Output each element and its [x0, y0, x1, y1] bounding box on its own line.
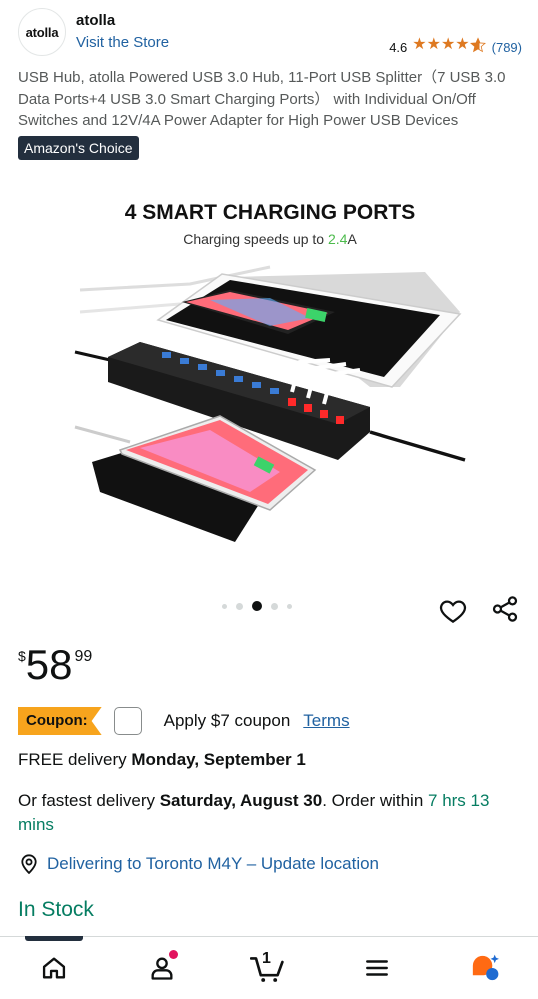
product-title: USB Hub, atolla Powered USB 3.0 Hub, 11-… — [18, 69, 506, 129]
delivery-location[interactable]: Delivering to Toronto M4Y – Update locat… — [18, 853, 379, 875]
rating-count-link[interactable]: (789) — [492, 40, 522, 55]
bottom-navigation: 1 — [0, 944, 538, 994]
coupon-text[interactable]: Apply $7 coupon — [164, 711, 291, 731]
image-carousel-dots[interactable] — [222, 601, 292, 611]
menu-icon — [366, 960, 388, 976]
nav-menu[interactable] — [357, 948, 397, 988]
star-half-icon — [469, 37, 486, 57]
star-icon: ★ — [455, 36, 470, 53]
order-within-label: . Order within — [322, 791, 429, 810]
rating-value: 4.6 — [389, 39, 408, 55]
carousel-dot[interactable] — [236, 602, 243, 610]
store-header: atolla atolla Visit the Store 4.6 ★ ★ ★ … — [0, 0, 538, 64]
coupon-checkbox[interactable] — [113, 707, 142, 735]
product-image[interactable]: 4 SMART CHARGING PORTS Charging speeds u… — [70, 192, 470, 562]
visit-store-link[interactable]: Visit the Store — [76, 34, 169, 51]
coupon-row: Coupon: Apply $7 coupon Terms — [18, 705, 350, 737]
nav-assistant[interactable] — [465, 948, 505, 988]
location-link[interactable]: Delivering to Toronto M4Y – Update locat… — [47, 854, 379, 874]
free-delivery-info: FREE delivery Monday, September 1 — [18, 750, 306, 770]
product-price: $ 58 99 — [18, 644, 92, 686]
heart-icon[interactable] — [438, 596, 468, 626]
amazons-choice-badge[interactable]: Amazon's Choice — [18, 136, 139, 160]
stock-status: In Stock — [18, 898, 94, 921]
image-heading: 4 SMART CHARGING PORTS — [125, 201, 416, 224]
price-whole: 58 — [25, 641, 73, 688]
nav-account[interactable] — [142, 948, 182, 988]
carousel-dot-active[interactable] — [252, 601, 262, 611]
share-icon[interactable] — [490, 594, 520, 624]
home-icon — [42, 957, 66, 979]
price-symbol: $ — [18, 648, 26, 664]
star-icon: ★ — [412, 36, 427, 53]
image-subheading: Charging speeds up to 2.4A — [183, 231, 357, 247]
price-fraction: 99 — [74, 648, 93, 665]
coupon-badge: Coupon: — [18, 707, 102, 735]
free-delivery-date: Monday, September 1 — [131, 750, 306, 769]
carousel-dot[interactable] — [271, 602, 278, 610]
carousel-dot[interactable] — [222, 603, 227, 609]
star-icon: ★ — [440, 36, 456, 53]
star-icon: ★ — [426, 36, 441, 53]
assistant-icon — [472, 954, 499, 981]
fastest-delivery-info: Or fastest delivery Saturday, August 30.… — [18, 789, 528, 837]
rating-summary[interactable]: 4.6 ★ ★ ★ ★ (789) — [389, 37, 522, 57]
cart-count: 1 — [262, 950, 271, 967]
location-pin-icon — [21, 854, 37, 875]
coupon-terms-link[interactable]: Terms — [303, 711, 349, 731]
notification-dot — [169, 950, 178, 959]
store-name: atolla — [76, 12, 116, 29]
free-delivery-label: FREE delivery — [18, 750, 132, 769]
nav-home[interactable] — [34, 948, 74, 988]
store-logo[interactable]: atolla — [18, 8, 66, 56]
nav-cart[interactable]: 1 — [248, 948, 288, 988]
carousel-dot[interactable] — [287, 603, 292, 609]
nav-active-indicator — [25, 936, 83, 941]
star-rating: ★ ★ ★ ★ — [412, 36, 486, 57]
fast-delivery-label: Or fastest delivery — [18, 791, 160, 810]
fast-delivery-date: Saturday, August 30 — [159, 791, 323, 810]
